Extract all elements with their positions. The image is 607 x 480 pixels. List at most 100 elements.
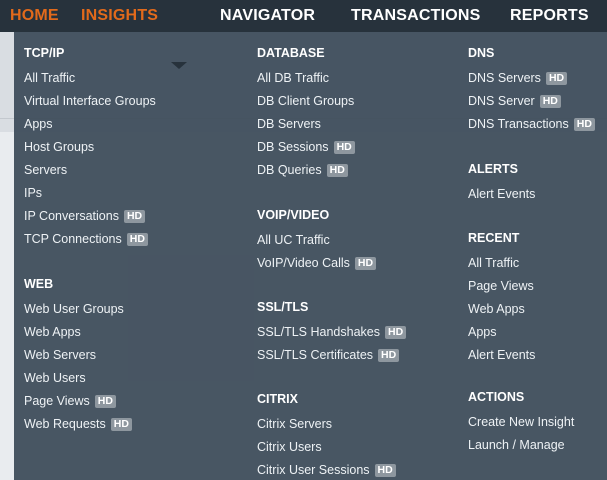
section-title: WEB	[24, 277, 54, 291]
hd-badge: HD	[354, 257, 377, 270]
section-title: RECENT	[468, 231, 520, 245]
insights-dropdown-menu: TCP/IP All Traffic Virtual Interface Group…	[14, 32, 607, 480]
menu-item[interactable]: All Traffic	[468, 255, 519, 271]
menu-item-label: Web Servers	[24, 348, 97, 362]
hd-badge: HD	[123, 210, 146, 223]
menu-item-label: Web Users	[24, 371, 86, 385]
hd-badge: HD	[539, 95, 561, 108]
menu-item[interactable]: Web Apps	[468, 301, 525, 317]
menu-item-label: IPs	[24, 186, 43, 200]
menu-item-label: SSL/TLS Certificates	[257, 348, 374, 362]
menu-item[interactable]: All UC Traffic	[257, 232, 330, 248]
menu-item[interactable]: Launch / Manage	[468, 437, 565, 453]
menu-item-label: All UC Traffic	[257, 233, 330, 247]
tab-transactions[interactable]: TRANSACTIONS	[351, 7, 481, 25]
menu-item[interactable]: Citrix User Sessions HD	[257, 462, 396, 478]
menu-item-label: All DB Traffic	[257, 71, 330, 85]
menu-item[interactable]: DB Queries HD	[257, 162, 348, 178]
menu-item-label: Alert Events	[468, 348, 536, 362]
menu-item-label: Apps	[468, 325, 497, 339]
section-title: ALERTS	[468, 162, 518, 176]
hd-badge: HD	[333, 141, 355, 154]
hd-badge: HD	[374, 464, 396, 477]
menu-item[interactable]: Create New Insight	[468, 414, 574, 430]
menu-item[interactable]: All Traffic	[24, 70, 75, 86]
section-title: VOIP/VIDEO	[257, 208, 330, 222]
menu-item[interactable]: IPs	[24, 185, 42, 201]
menu-item-label: Apps	[24, 117, 53, 131]
menu-item[interactable]: Web Apps	[24, 324, 81, 340]
menu-item[interactable]: DB Client Groups	[257, 93, 354, 109]
section-title: TCP/IP	[24, 46, 65, 60]
menu-item[interactable]: VoIP/Video Calls HD	[257, 255, 377, 271]
active-tab-caret	[171, 62, 187, 69]
menu-item-label: Web Apps	[24, 325, 81, 339]
menu-item-label: Citrix Servers	[257, 417, 333, 431]
menu-item-label: All Traffic	[468, 256, 520, 270]
hd-badge: HD	[110, 418, 132, 431]
menu-item-label: VoIP/Video Calls	[257, 256, 350, 270]
menu-item-label: Page Views	[468, 279, 534, 293]
menu-item[interactable]: Virtual Interface Groups	[24, 93, 156, 109]
menu-item[interactable]: DB Sessions HD	[257, 139, 355, 155]
menu-item[interactable]: DNS Transactions HD	[468, 116, 595, 132]
menu-item[interactable]: Web Requests HD	[24, 416, 132, 432]
menu-item[interactable]: Apps	[468, 324, 497, 340]
menu-item[interactable]: SSL/TLS Handshakes HD	[257, 324, 407, 340]
menu-item-label: Web Requests	[24, 417, 106, 431]
menu-item-label: DB Sessions	[257, 140, 329, 154]
menu-item[interactable]: Alert Events	[468, 347, 535, 363]
tab-navigator[interactable]: NAVIGATOR	[220, 7, 315, 25]
menu-item-label: Citrix User Sessions	[257, 463, 370, 477]
menu-item-label: SSL/TLS Handshakes	[257, 325, 380, 339]
menu-item[interactable]: Citrix Servers	[257, 416, 332, 432]
menu-item-label: Citrix Users	[257, 440, 322, 454]
menu-item-label: Alert Events	[468, 187, 536, 201]
menu-item[interactable]: DNS Server HD	[468, 93, 561, 109]
menu-item[interactable]: Page Views	[468, 278, 534, 294]
menu-item[interactable]: Host Groups	[24, 139, 94, 155]
menu-item-label: Launch / Manage	[468, 438, 565, 452]
menu-item[interactable]: TCP Connections HD	[24, 231, 148, 247]
menu-item[interactable]: Web Servers	[24, 347, 96, 363]
menu-item[interactable]: Page Views HD	[24, 393, 116, 409]
menu-item[interactable]: DNS Servers HD	[468, 70, 568, 86]
menu-item[interactable]: Apps	[24, 116, 53, 132]
menu-item-label: DNS Servers	[468, 71, 541, 85]
tab-home[interactable]: HOME	[10, 7, 59, 25]
menu-item-label: DB Client Groups	[257, 94, 355, 108]
menu-item[interactable]: IP Conversations HD	[24, 208, 146, 224]
menu-item[interactable]: Alert Events	[468, 186, 535, 202]
section-title: ACTIONS	[468, 390, 525, 404]
menu-item-label: DB Servers	[257, 117, 321, 131]
menu-item-label: Servers	[24, 163, 68, 177]
menu-item-label: Page Views	[24, 394, 90, 408]
menu-item[interactable]: Web User Groups	[24, 301, 124, 317]
hd-badge: HD	[545, 72, 568, 85]
menu-item-label: DB Queries	[257, 163, 322, 177]
hd-badge: HD	[326, 164, 348, 177]
hd-badge: HD	[573, 118, 595, 131]
hd-badge: HD	[385, 326, 407, 339]
hd-badge: HD	[94, 395, 116, 408]
section-title: SSL/TLS	[257, 300, 309, 314]
hd-badge: HD	[126, 233, 148, 246]
menu-item[interactable]: Servers	[24, 162, 67, 178]
menu-item-label: Web User Groups	[24, 302, 124, 316]
menu-item[interactable]: DB Servers	[257, 116, 321, 132]
menu-item[interactable]: SSL/TLS Certificates HD	[257, 347, 400, 363]
section-title: DNS	[468, 46, 495, 60]
menu-item-label: TCP Connections	[24, 232, 122, 246]
menu-item[interactable]: Web Users	[24, 370, 86, 386]
hd-badge: HD	[378, 349, 400, 362]
tab-reports[interactable]: REPORTS	[510, 7, 589, 25]
menu-item-label: Virtual Interface Groups	[24, 94, 156, 108]
section-title: DATABASE	[257, 46, 325, 60]
top-navigation: HOME INSIGHTS NAVIGATOR TRANSACTIONS REP…	[0, 0, 607, 32]
menu-item[interactable]: All DB Traffic	[257, 70, 329, 86]
menu-item[interactable]: Citrix Users	[257, 439, 322, 455]
menu-item-label: Create New Insight	[468, 415, 575, 429]
menu-item-label: Host Groups	[24, 140, 95, 154]
menu-item-label: DNS Server	[468, 94, 535, 108]
tab-insights[interactable]: INSIGHTS	[81, 7, 158, 25]
